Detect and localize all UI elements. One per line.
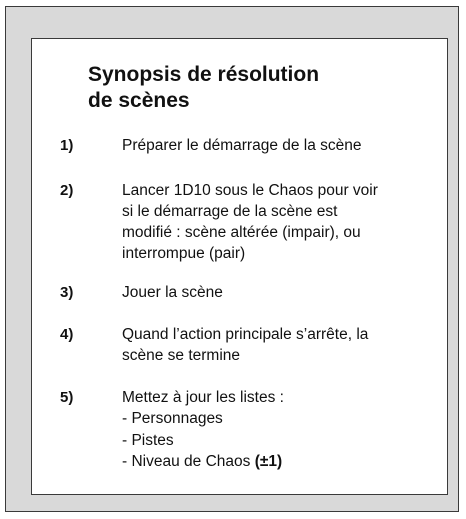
step-4-line-2: scène se termine xyxy=(122,347,241,364)
page-title: Synopsis de résolution de scènes xyxy=(88,62,408,114)
step-1-number: 1) xyxy=(60,137,74,154)
step-5-line-1: Mettez à jour les listes : xyxy=(122,389,284,406)
list-item-personnages: - Personnages xyxy=(122,410,223,427)
step-2-number: 2) xyxy=(60,182,74,199)
synopsis-card: Synopsis de résolution de scènes 1) Prép… xyxy=(31,38,448,495)
step-3-line-1: Jouer la scène xyxy=(122,284,223,301)
step-1-line-1: Préparer le démarrage de la scène xyxy=(122,137,362,154)
step-5-number: 5) xyxy=(60,389,74,406)
step-3-number: 3) xyxy=(60,284,74,301)
step-2-line-4: interrompue (pair) xyxy=(122,245,246,262)
step-4-number: 4) xyxy=(60,326,74,343)
title-line-1: Synopsis de résolution xyxy=(88,63,320,86)
step-5-text: Mettez à jour les listes : - Personnages… xyxy=(122,387,422,473)
step-2-line-3: modifié : scène altérée (impair), ou xyxy=(122,224,361,241)
title-line-2: de scènes xyxy=(88,89,190,112)
step-4-line-1: Quand l’action principale s’arrête, la xyxy=(122,326,369,343)
step-4-text: Quand l’action principale s’arrête, la s… xyxy=(122,324,422,366)
list-item-pistes: - Pistes xyxy=(122,431,174,449)
update-lists: - Personnages - Pistes - Niveau de Chaos… xyxy=(122,408,422,473)
outer-frame: Synopsis de résolution de scènes 1) Prép… xyxy=(5,6,459,512)
step-1-text: Préparer le démarrage de la scène xyxy=(122,135,422,156)
chaos-adjustment: (±1) xyxy=(254,453,283,470)
step-2-line-1: Lancer 1D10 sous le Chaos pour voir xyxy=(122,182,378,199)
step-2-text: Lancer 1D10 sous le Chaos pour voir si l… xyxy=(122,180,422,264)
step-2-line-2: si le démarrage de la scène est xyxy=(122,203,338,220)
niveau-de-chaos-label: - Niveau de Chaos xyxy=(122,453,255,470)
step-3-text: Jouer la scène xyxy=(122,282,422,303)
list-item-niveau-de-chaos: - Niveau de Chaos (±1) xyxy=(122,451,422,473)
